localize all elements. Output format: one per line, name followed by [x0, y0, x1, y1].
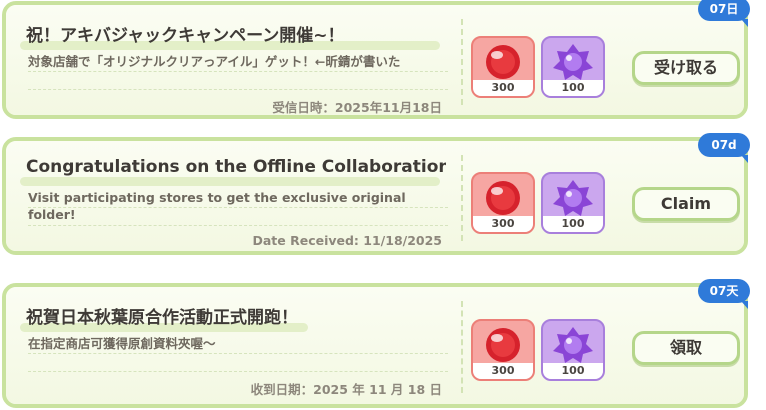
red-orb-icon — [486, 328, 520, 362]
reward-count: 100 — [543, 216, 603, 232]
mail-list: 祝！アキバジャックキャンペーン開催~！ 対象店舗で「オリジナルクリアっアイル」ゲ… — [0, 0, 766, 410]
reward-item-red: 300 — [471, 36, 535, 98]
reward-count: 300 — [473, 216, 533, 232]
red-orb-icon — [486, 181, 520, 215]
mail-description: 対象店舗で「オリジナルクリアっアイル」ゲット！←昕錆が書いた — [28, 54, 401, 69]
expiry-badge-label: 07天 — [709, 284, 739, 298]
mail-description: 在指定商店可獲得原創資料夾喔～ — [28, 336, 216, 351]
reward-item-purple: 100 — [541, 36, 605, 98]
received-date: 收到日期：2025 年 11 月 18 日 — [250, 382, 442, 397]
reward-item-purple: 100 — [541, 319, 605, 381]
purple-gem-icon — [553, 44, 593, 80]
expiry-badge: 07天 — [698, 279, 750, 309]
mail-title: 祝賀日本秋葉原合作活動正式開跑！ — [26, 308, 298, 328]
claim-button[interactable]: 領取 — [632, 331, 740, 365]
mail-card: 祝！アキバジャックキャンペーン開催~！ 対象店舗で「オリジナルクリアっアイル」ゲ… — [2, 0, 750, 119]
expiry-badge: 07日 — [698, 0, 750, 27]
mail-description: Visit participating stores to get the ex… — [28, 190, 406, 222]
expiry-badge-label: 07d — [711, 138, 737, 152]
claim-button[interactable]: Claim — [632, 187, 740, 221]
mail-title: Congratulations on the Offline Collabora… — [26, 157, 446, 177]
mail-title: 祝！アキバジャックキャンペーン開催~！ — [26, 26, 345, 46]
received-date: 受信日時：2025年11月18日 — [272, 100, 442, 115]
expiry-badge: 07d — [698, 133, 750, 163]
reward-item-purple: 100 — [541, 172, 605, 234]
expiry-badge-label: 07日 — [709, 2, 739, 16]
received-date: Date Received: 11/18/2025 — [252, 233, 442, 248]
red-orb-icon — [486, 45, 520, 79]
mail-card: 祝賀日本秋葉原合作活動正式開跑！ 在指定商店可獲得原創資料夾喔～ 收到日期：20… — [2, 279, 750, 408]
purple-gem-icon — [553, 180, 593, 216]
reward-item-red: 300 — [471, 172, 535, 234]
reward-count: 300 — [473, 363, 533, 379]
reward-item-red: 300 — [471, 319, 535, 381]
reward-count: 100 — [543, 363, 603, 379]
claim-button[interactable]: 受け取る — [632, 51, 740, 85]
reward-count: 100 — [543, 80, 603, 96]
mail-card: Congratulations on the Offline Collabora… — [2, 133, 750, 255]
purple-gem-icon — [553, 327, 593, 363]
reward-count: 300 — [473, 80, 533, 96]
